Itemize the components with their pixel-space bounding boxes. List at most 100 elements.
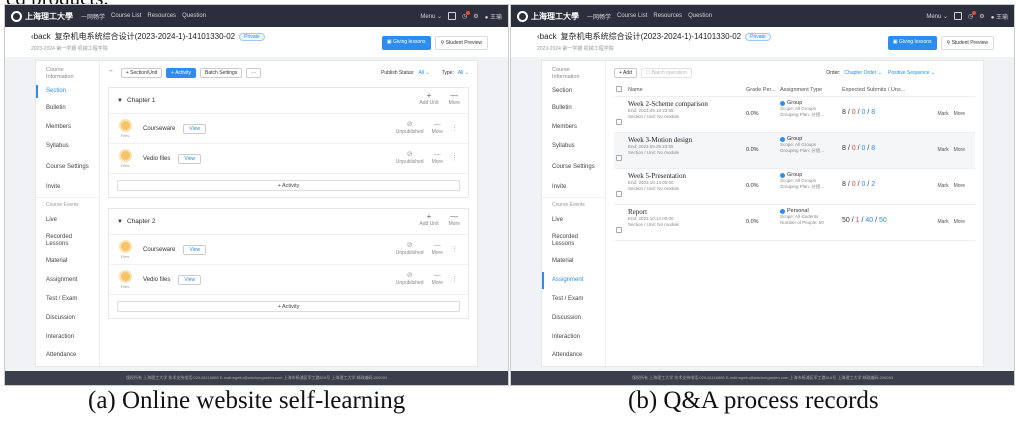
sidebar-item-section[interactable]: Section xyxy=(542,84,605,99)
sidebar-item-discussion[interactable]: Discussion xyxy=(36,309,99,328)
add-activity-button[interactable]: + Activity xyxy=(166,68,197,78)
view-button[interactable]: View xyxy=(178,274,202,285)
sidebar-item-material[interactable]: Material xyxy=(36,252,99,271)
chapter-header[interactable]: ▼ Chapter 1 + Add Unit — More xyxy=(109,88,468,114)
settings-icon[interactable]: ⚙ xyxy=(473,13,478,20)
bell-icon[interactable]: ◷ xyxy=(462,10,471,20)
sidebar-item-assignment[interactable]: Assignment xyxy=(542,271,605,290)
assignment-name[interactable]: Week 3-Motion design xyxy=(628,136,746,144)
row-more-action[interactable]: — More xyxy=(432,151,443,165)
nav-link-home[interactable]: 一网畅学 xyxy=(81,12,105,21)
add-activity-bar[interactable]: + Activity xyxy=(117,180,460,191)
drag-handle-icon[interactable]: ⋮ xyxy=(451,245,458,253)
mark-link[interactable]: Mark xyxy=(937,219,948,225)
more-link[interactable]: More xyxy=(954,183,965,189)
row-more-action[interactable]: — More xyxy=(432,121,443,135)
sidebar-item-interaction[interactable]: Interaction xyxy=(542,328,605,347)
more-action[interactable]: — More xyxy=(449,213,460,228)
batch-settings-button[interactable]: Batch Settings xyxy=(200,68,243,78)
menu-dropdown[interactable]: Menu ⌄ xyxy=(926,13,948,20)
university-logo[interactable]: 上海理工大學 xyxy=(517,10,579,22)
university-logo[interactable]: 上海理工大學 xyxy=(11,10,73,22)
giving-lessons-button[interactable]: ▣ Giving lessons xyxy=(887,36,937,50)
nav-link-course-list[interactable]: Course List xyxy=(617,13,647,19)
sidebar-item-attendance[interactable]: Attendance xyxy=(36,347,99,363)
settings-icon[interactable]: ⚙ xyxy=(979,13,984,20)
sidebar-item-live[interactable]: Live xyxy=(36,211,99,230)
more-link[interactable]: More xyxy=(954,147,965,153)
add-section-unit-button[interactable]: + Section/Unit xyxy=(120,68,163,78)
sidebar-item-bulletin[interactable]: Bulletin xyxy=(542,99,605,118)
activity-row[interactable]: Files Vedio files View ⊘ Unpublished — Mor… xyxy=(109,265,468,295)
more-link[interactable]: More xyxy=(954,219,965,225)
sidebar-item-test-exam[interactable]: Test / Exam xyxy=(542,290,605,309)
add-unit-action[interactable]: + Add Unit xyxy=(419,213,438,228)
menu-dropdown[interactable]: Menu ⌄ xyxy=(420,13,442,20)
table-row[interactable]: Week 2-Scheme comparison End: 2023.09.18 … xyxy=(614,97,975,133)
col-expected[interactable]: Expected Submits / Uns... xyxy=(842,87,905,93)
sidebar-item-invite[interactable]: Invite xyxy=(36,178,99,197)
row-checkbox[interactable] xyxy=(616,155,622,161)
calendar-icon[interactable] xyxy=(448,12,457,20)
sidebar-item-interaction[interactable]: Interaction xyxy=(36,328,99,347)
collapse-all-icon[interactable]: ⌃ xyxy=(108,69,114,77)
student-preview-button[interactable]: ⚲ Student Preview xyxy=(434,36,488,50)
sidebar-item-syllabus[interactable]: Syllabus xyxy=(542,137,605,156)
drag-handle-icon[interactable]: ⋮ xyxy=(451,275,458,283)
student-preview-button[interactable]: ⚲ Student Preview xyxy=(940,36,994,50)
nav-link-course-list[interactable]: Course List xyxy=(111,13,141,19)
user-menu[interactable]: ● 王瑜 xyxy=(485,12,502,21)
sidebar-item-attendance[interactable]: Attendance xyxy=(542,347,605,363)
view-button[interactable]: View xyxy=(183,244,207,255)
unpublished-status[interactable]: ⊘ Unpublished xyxy=(396,242,424,256)
row-checkbox[interactable] xyxy=(616,191,622,197)
mark-link[interactable]: Mark xyxy=(937,183,948,189)
calendar-icon[interactable] xyxy=(954,12,963,20)
more-action[interactable]: — More xyxy=(449,92,460,107)
sidebar-item-course-settings[interactable]: Course Settings xyxy=(542,156,605,178)
mark-link[interactable]: Mark xyxy=(937,147,948,153)
caret-down-icon[interactable]: ▼ xyxy=(117,219,123,225)
unpublished-status[interactable]: ⊘ Unpublished xyxy=(396,272,424,286)
nav-link-home[interactable]: 一网畅学 xyxy=(587,12,611,21)
select-all-checkbox[interactable] xyxy=(616,85,622,92)
add-activity-bar[interactable]: + Activity xyxy=(117,301,460,312)
row-checkbox[interactable] xyxy=(616,227,622,233)
activity-row[interactable]: Files Courseware View ⊘ Unpublished — More… xyxy=(109,235,468,265)
giving-lessons-button[interactable]: ▣ Giving lessons xyxy=(381,36,431,50)
sidebar-item-discussion[interactable]: Discussion xyxy=(542,309,605,328)
row-checkbox[interactable] xyxy=(616,119,622,125)
activity-row[interactable]: Files Vedio files View ⊘ Unpublished — Mor… xyxy=(109,144,468,174)
sidebar-item-recorded-lessons[interactable]: Recorded Lessons xyxy=(36,230,99,252)
nav-link-question[interactable]: Question xyxy=(688,13,712,19)
sidebar-item-members[interactable]: Members xyxy=(542,118,605,137)
view-button[interactable]: View xyxy=(178,153,202,164)
sidebar-item-recorded-lessons[interactable]: Recorded Lessons xyxy=(542,230,605,252)
sidebar-item-bulletin[interactable]: Bulletin xyxy=(36,99,99,118)
bell-icon[interactable]: ◷ xyxy=(968,10,977,20)
sidebar-item-assignment[interactable]: Assignment xyxy=(36,271,99,290)
assignment-name[interactable]: Week 2-Scheme comparison xyxy=(628,100,746,108)
nav-link-resources[interactable]: Resources xyxy=(147,13,176,19)
back-link[interactable]: ‹back xyxy=(537,32,557,41)
caret-down-icon[interactable]: ▼ xyxy=(117,98,123,104)
assignment-name[interactable]: Week 5-Presentation xyxy=(628,172,746,180)
col-name[interactable]: Name xyxy=(626,87,746,93)
sidebar-item-material[interactable]: Material xyxy=(542,252,605,271)
sidebar-item-test-exam[interactable]: Test / Exam xyxy=(36,290,99,309)
activity-row[interactable]: Files Courseware View ⊘ Unpublished — More… xyxy=(109,114,468,144)
col-grade[interactable]: Grade Per... xyxy=(746,87,780,93)
sidebar-item-section[interactable]: Section xyxy=(36,84,99,99)
more-link[interactable]: More xyxy=(954,111,965,117)
order-select[interactable]: Chapter Order ⌄ xyxy=(844,70,882,76)
more-options-button[interactable]: ··· xyxy=(246,68,262,78)
nav-link-resources[interactable]: Resources xyxy=(653,13,682,19)
row-more-action[interactable]: — More xyxy=(432,242,443,256)
sidebar-item-invite[interactable]: Invite xyxy=(542,178,605,197)
sidebar-item-course-settings[interactable]: Course Settings xyxy=(36,156,99,178)
sequence-select[interactable]: Positive Sequence ⌄ xyxy=(888,70,935,76)
sidebar-item-live[interactable]: Live xyxy=(542,211,605,230)
publish-status-select[interactable]: All ⌄ xyxy=(418,70,429,76)
drag-handle-icon[interactable]: ⋮ xyxy=(451,124,458,132)
back-link[interactable]: ‹back xyxy=(31,32,51,41)
